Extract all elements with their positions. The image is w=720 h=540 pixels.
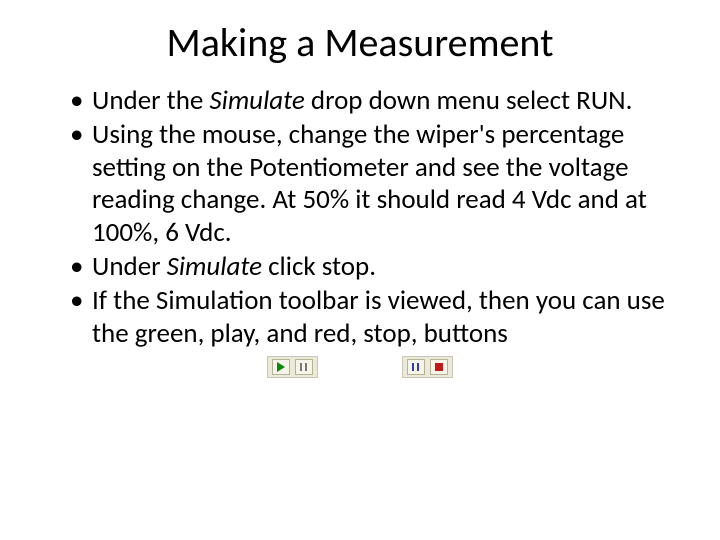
sim-toolbar-left: [267, 356, 319, 378]
slide-title: Making a Measurement: [40, 18, 680, 67]
pause-icon: [300, 363, 308, 371]
bullet-text-pre: Under: [92, 250, 167, 283]
stop-button[interactable]: [430, 359, 448, 375]
bullet-text-pre: If the Simulation toolbar is viewed, the…: [92, 284, 665, 349]
bullet-text-em: Simulate: [167, 250, 262, 283]
bullet-text-post: drop down menu select RUN.: [305, 84, 633, 117]
bullet-text-pre: Using the mouse, change the wiper's perc…: [92, 118, 647, 248]
play-icon: [277, 362, 285, 372]
slide: Making a Measurement Under the Simulate …: [0, 0, 720, 540]
pause-button[interactable]: [407, 359, 425, 375]
bullet-item: Using the mouse, change the wiper's perc…: [70, 119, 680, 249]
toolbar-row: [40, 356, 680, 378]
bullet-text-pre: Under the: [92, 84, 209, 117]
bullet-item: Under Simulate click stop.: [70, 251, 680, 283]
bullet-text-post: click stop.: [262, 250, 376, 283]
pause-button[interactable]: [295, 359, 313, 375]
bullet-item: Under the Simulate drop down menu select…: [70, 85, 680, 117]
bullet-item: If the Simulation toolbar is viewed, the…: [70, 285, 680, 350]
bullet-list: Under the Simulate drop down menu select…: [40, 85, 680, 350]
play-button[interactable]: [272, 359, 290, 375]
bullet-text-em: Simulate: [209, 84, 304, 117]
stop-icon: [435, 363, 443, 371]
pause-icon: [412, 363, 420, 371]
sim-toolbar-right: [402, 356, 454, 378]
